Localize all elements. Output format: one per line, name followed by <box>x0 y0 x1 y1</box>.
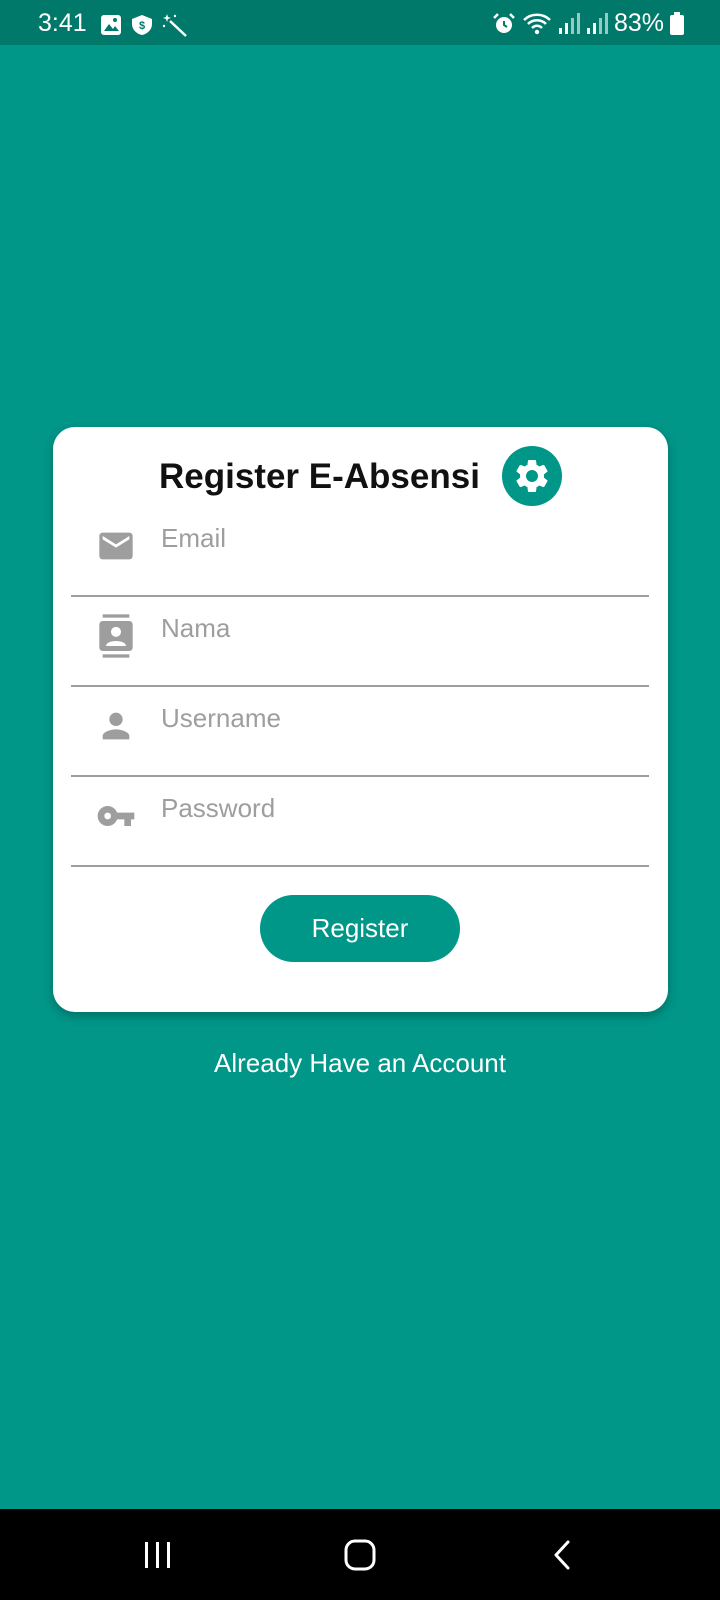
name-input[interactable] <box>161 603 631 653</box>
signal-icon <box>558 12 580 34</box>
gear-icon <box>516 460 548 492</box>
password-input[interactable] <box>161 783 631 833</box>
battery-percent: 83% <box>613 9 664 37</box>
svg-text:$: $ <box>139 20 145 32</box>
person-icon <box>95 705 137 747</box>
image-icon <box>101 15 121 35</box>
magic-wand-icon <box>162 14 187 37</box>
home-button[interactable] <box>330 1531 390 1579</box>
status-bar: 3:41 $ 83% <box>0 0 720 45</box>
name-field <box>71 597 649 687</box>
register-button[interactable]: Register <box>260 895 460 962</box>
signal-icon <box>586 12 608 34</box>
register-card: Register E-Absensi Register <box>53 427 668 1012</box>
email-input[interactable] <box>161 513 631 563</box>
recent-apps-button[interactable] <box>128 1531 188 1579</box>
settings-button[interactable] <box>502 446 562 506</box>
username-field <box>71 687 649 777</box>
contact-card-icon <box>95 614 137 658</box>
page-title: Register E-Absensi <box>159 457 480 496</box>
email-field <box>71 507 649 597</box>
alarm-icon <box>493 12 515 33</box>
navigation-bar <box>0 1509 720 1600</box>
battery-icon <box>670 11 684 35</box>
password-field <box>71 777 649 867</box>
status-time: 3:41 <box>38 9 87 37</box>
username-input[interactable] <box>161 693 631 743</box>
email-icon <box>95 525 137 567</box>
back-button[interactable] <box>532 1531 592 1579</box>
status-left-icons: $ <box>100 13 188 37</box>
recent-apps-icon <box>145 1542 170 1568</box>
wifi-icon <box>523 13 551 34</box>
back-icon <box>554 1540 570 1570</box>
already-have-account-link[interactable]: Already Have an Account <box>0 1048 720 1079</box>
home-icon <box>344 1539 376 1571</box>
key-icon <box>95 795 137 837</box>
shield-dollar-icon: $ <box>132 15 152 35</box>
status-right: 83% <box>492 9 684 38</box>
